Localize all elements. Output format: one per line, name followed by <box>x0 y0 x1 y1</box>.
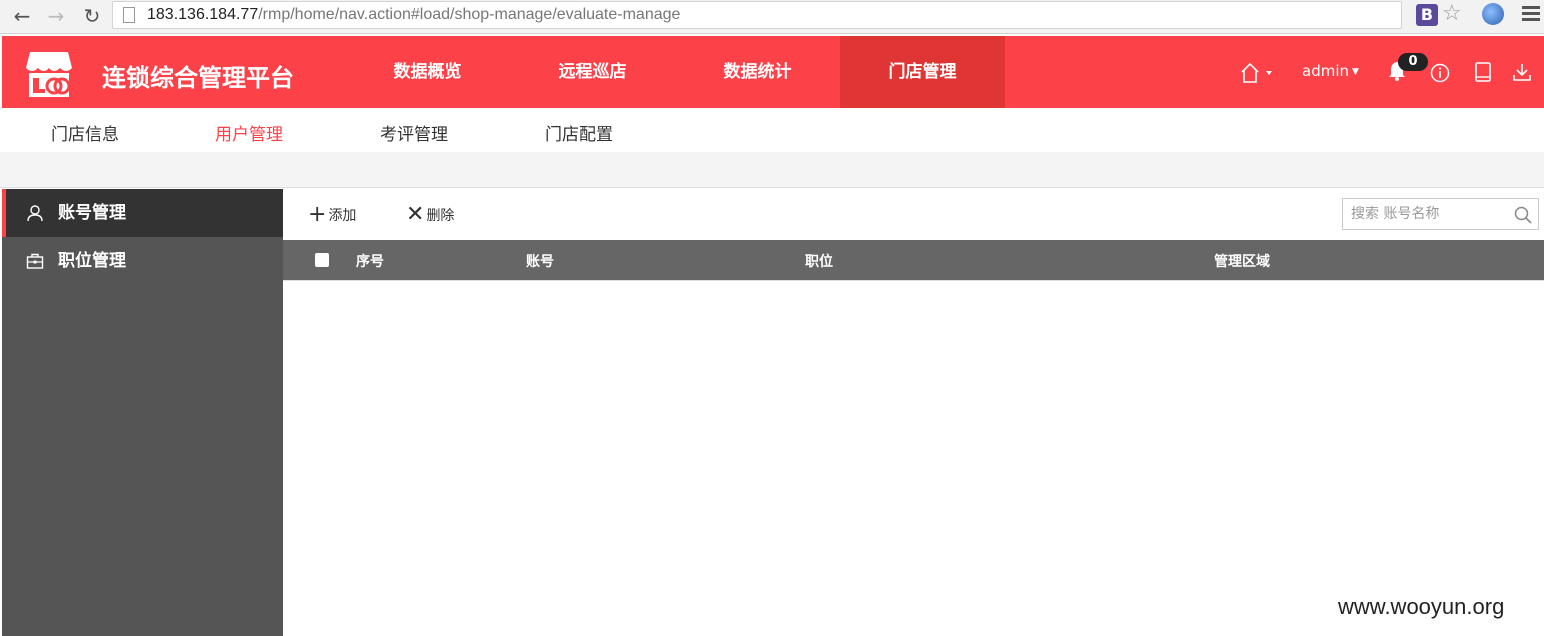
watermark: www.wooyun.org <box>1338 594 1505 619</box>
delete-button[interactable]: ✕ 删除 <box>406 204 454 226</box>
notification-badge: 0 <box>1398 53 1428 71</box>
sidebar-item-account-management[interactable]: 账号管理 <box>2 189 283 237</box>
username: admin <box>1302 62 1349 80</box>
url-path: /rmp/home/nav.action#load/shop-manage/ev… <box>258 6 681 23</box>
select-all-checkbox[interactable] <box>315 253 329 267</box>
sub-nav-store-info[interactable]: 门店信息 <box>51 120 119 145</box>
delete-button-label: 删除 <box>426 208 455 224</box>
caret-down-icon: ▼ <box>1352 67 1359 77</box>
sidebar-item-label: 职位管理 <box>58 251 126 271</box>
search-icon[interactable] <box>1514 206 1532 224</box>
address-bar[interactable]: 183.136.184.77/rmp/home/nav.action#load/… <box>112 1 1402 29</box>
search-input[interactable] <box>1351 203 1511 225</box>
sub-nav-user-management[interactable]: 用户管理 <box>215 120 283 145</box>
app-title: 连锁综合管理平台 <box>102 64 294 92</box>
column-header-account[interactable]: 账号 <box>526 251 554 271</box>
content-divider <box>0 152 1544 188</box>
home-icon[interactable] <box>1240 62 1276 84</box>
briefcase-icon <box>26 253 44 269</box>
forward-arrow-icon[interactable]: → <box>44 4 68 28</box>
globe-icon[interactable] <box>1482 3 1504 25</box>
download-icon[interactable] <box>1512 62 1532 82</box>
app-header: 连锁综合管理平台 数据概览 远程巡店 数据统计 门店管理 admin ▼ 0 <box>2 36 1544 108</box>
bookmark-star-icon[interactable]: ☆ <box>1442 1 1462 26</box>
table-header: 序号 账号 职位 管理区域 <box>283 240 1544 281</box>
info-icon[interactable] <box>1430 63 1450 83</box>
back-arrow-icon[interactable]: ← <box>10 4 34 28</box>
sub-nav-store-config[interactable]: 门店配置 <box>545 120 613 145</box>
main-nav-data-statistics[interactable]: 数据统计 <box>675 36 840 108</box>
sidebar: 账号管理 职位管理 <box>2 189 283 636</box>
sub-nav-evaluation-management[interactable]: 考评管理 <box>380 120 448 145</box>
url-host: 183.136.184.77 <box>147 6 259 23</box>
page-icon <box>123 7 135 23</box>
main-nav-store-management[interactable]: 门店管理 <box>840 36 1005 108</box>
sub-nav: 门店信息 用户管理 考评管理 门店配置 <box>0 108 1544 152</box>
browser-menu-icon[interactable] <box>1522 6 1540 22</box>
sidebar-item-position-management[interactable]: 职位管理 <box>2 237 283 285</box>
user-icon <box>27 205 43 222</box>
main-nav: 数据概览 远程巡店 数据统计 门店管理 <box>345 36 1005 108</box>
column-header-index[interactable]: 序号 <box>356 251 384 271</box>
column-header-management-area[interactable]: 管理区域 <box>1214 251 1270 271</box>
sidebar-item-label: 账号管理 <box>58 203 126 223</box>
reload-icon[interactable]: ↻ <box>80 4 104 28</box>
browser-toolbar: ← → ↻ 183.136.184.77/rmp/home/nav.action… <box>0 0 1544 34</box>
tablet-icon[interactable] <box>1474 62 1492 82</box>
shop-logo-icon <box>26 52 72 97</box>
extension-b-icon[interactable]: B <box>1416 4 1438 26</box>
close-icon: ✕ <box>406 202 425 227</box>
add-button[interactable]: + 添加 <box>308 204 356 226</box>
column-header-position[interactable]: 职位 <box>805 251 833 271</box>
url-text: 183.136.184.77/rmp/home/nav.action#load/… <box>147 6 680 24</box>
plus-icon: + <box>308 202 327 227</box>
main-nav-remote-inspection[interactable]: 远程巡店 <box>510 36 675 108</box>
search-box <box>1342 198 1539 230</box>
main-nav-data-overview[interactable]: 数据概览 <box>345 36 510 108</box>
add-button-label: 添加 <box>328 208 357 224</box>
